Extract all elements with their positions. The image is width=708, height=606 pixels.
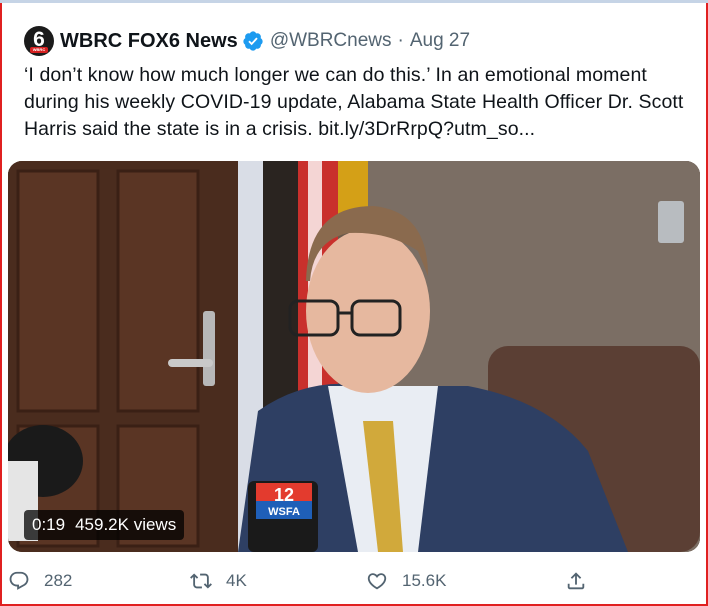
- video-frame: 12 WSFA: [8, 161, 700, 552]
- mic-logo-number: 12: [274, 485, 294, 505]
- tweet-text: ‘I don’t know how much longer we can do …: [24, 64, 684, 140]
- verified-badge-icon: [243, 31, 263, 51]
- video-player[interactable]: 12 WSFA 0:19 459.2K views: [8, 161, 700, 552]
- reply-icon: [9, 571, 29, 590]
- retweet-icon: [190, 573, 212, 589]
- author-name[interactable]: WBRC FOX6 News: [60, 30, 238, 53]
- avatar[interactable]: 6 WBRC: [24, 26, 54, 56]
- reply-count: 282: [44, 571, 73, 590]
- heart-icon: [367, 573, 387, 590]
- tweet-actions: 282 4K 15.6K: [8, 570, 700, 600]
- tweet-card[interactable]: 6 WBRC WBRC FOX6 News @WBRCnews · Aug 27…: [8, 8, 700, 604]
- retweet-count: 4K: [226, 571, 247, 590]
- video-stats-overlay: 0:19 459.2K views: [24, 510, 185, 540]
- window-top-border: [0, 0, 708, 3]
- reply-button[interactable]: 282: [8, 570, 72, 592]
- separator-dot: ·: [397, 30, 404, 51]
- like-button[interactable]: 15.6K: [366, 570, 446, 592]
- share-icon: [567, 572, 585, 590]
- tweet-header: 6 WBRC WBRC FOX6 News @WBRCnews · Aug 27: [24, 26, 470, 56]
- avatar-label: WBRC: [30, 47, 48, 53]
- retweet-button[interactable]: 4K: [190, 570, 247, 592]
- mic-logo-text: WSFA: [268, 506, 300, 518]
- tweet-date[interactable]: Aug 27: [410, 30, 470, 52]
- video-timestamp: 0:19: [32, 515, 66, 534]
- share-button[interactable]: [565, 570, 601, 592]
- frame-left-border: [0, 3, 2, 606]
- video-views: 459.2K views: [75, 515, 177, 534]
- like-count: 15.6K: [402, 571, 447, 590]
- author-handle[interactable]: @WBRCnews: [270, 30, 392, 52]
